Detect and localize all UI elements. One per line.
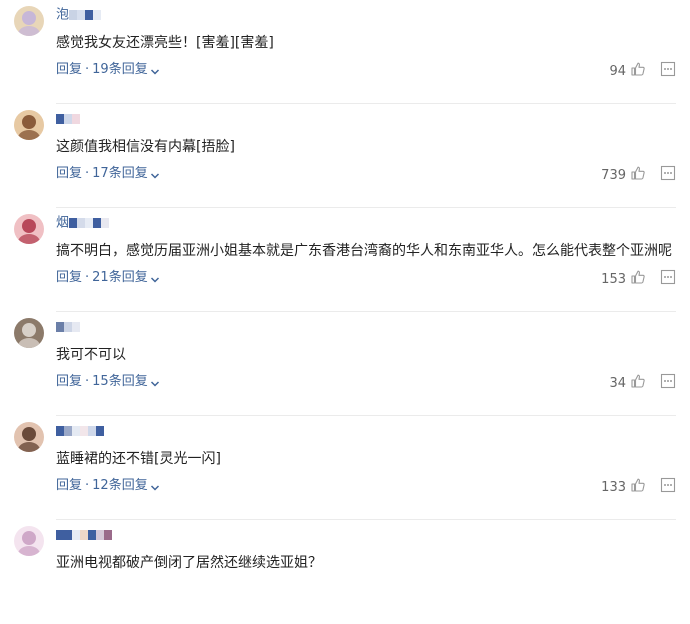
comment-item: 这颜值我相信没有内幕[捂脸] 回复 · 17条回复 739 <box>0 104 690 208</box>
chevron-down-icon <box>150 481 160 491</box>
comment-actions: 回复 · 17条回复 <box>56 165 160 183</box>
separator-dot: · <box>85 478 90 493</box>
like-count: 133 <box>601 480 626 495</box>
comment-item: 泡感觉我女友还漂亮些！[害羞][害羞] 回复 · 19条回复 94 <box>0 0 690 104</box>
reply-button[interactable]: 回复 <box>56 478 82 493</box>
username-text: 泡 <box>56 7 70 23</box>
comment-actions: 回复 · 21条回复 <box>56 269 160 287</box>
comment-actions: 回复 · 15条回复 <box>56 373 160 391</box>
comment-text: 搞不明白，感觉历届亚洲小姐基本就是广东香港台湾裔的华人和东南亚华人。怎么能代表整… <box>56 243 672 259</box>
reply-count-toggle[interactable]: 12条回复 <box>92 478 160 493</box>
comment-item: 亚洲电视都破产倒闭了居然还继续选亚姐？ <box>0 520 690 624</box>
avatar[interactable] <box>14 318 44 348</box>
like-count: 34 <box>609 376 626 391</box>
reply-count-label: 17条回复 <box>92 166 148 181</box>
more-icon[interactable] <box>660 165 676 181</box>
username-mosaic <box>69 6 102 24</box>
avatar[interactable] <box>14 526 44 556</box>
reply-count-toggle[interactable]: 19条回复 <box>92 62 160 77</box>
username-mosaic <box>56 422 104 440</box>
reply-button[interactable]: 回复 <box>56 374 82 389</box>
username[interactable] <box>56 110 80 128</box>
chevron-down-icon <box>150 273 160 283</box>
username-mosaic <box>69 214 110 232</box>
more-icon[interactable] <box>660 477 676 493</box>
comment-item: 蓝睡裙的还不错[灵光一闪] 回复 · 12条回复 133 <box>0 416 690 520</box>
more-icon[interactable] <box>660 373 676 389</box>
chevron-down-icon <box>150 65 160 75</box>
thumbs-up-icon <box>630 269 646 291</box>
comment-text: 亚洲电视都破产倒闭了居然还继续选亚姐？ <box>56 555 322 571</box>
reply-count-label: 19条回复 <box>92 62 148 77</box>
username-mosaic <box>56 526 112 544</box>
username[interactable] <box>56 422 104 440</box>
username[interactable] <box>56 318 80 336</box>
like-button[interactable]: 34 <box>609 373 646 395</box>
like-button[interactable]: 153 <box>601 269 646 291</box>
avatar[interactable] <box>14 110 44 140</box>
reply-button[interactable]: 回复 <box>56 62 82 77</box>
chevron-down-icon <box>150 377 160 387</box>
comment-item: 烟搞不明白，感觉历届亚洲小姐基本就是广东香港台湾裔的华人和东南亚华人。怎么能代表… <box>0 208 690 312</box>
reply-count-toggle[interactable]: 17条回复 <box>92 166 160 181</box>
like-count: 94 <box>609 64 626 79</box>
more-icon[interactable] <box>660 269 676 285</box>
separator-dot: · <box>85 374 90 389</box>
reply-count-label: 21条回复 <box>92 270 148 285</box>
like-count: 153 <box>601 272 626 287</box>
username-text: 烟 <box>56 215 70 231</box>
more-icon[interactable] <box>660 61 676 77</box>
like-button[interactable]: 133 <box>601 477 646 499</box>
comment-text: 我可不可以 <box>56 347 126 363</box>
like-button[interactable]: 739 <box>601 165 646 187</box>
username-mosaic <box>56 110 80 128</box>
comment-text: 这颜值我相信没有内幕[捂脸] <box>56 139 235 155</box>
thumbs-up-icon <box>630 373 646 395</box>
avatar[interactable] <box>14 422 44 452</box>
separator-dot: · <box>85 270 90 285</box>
username[interactable]: 泡 <box>56 6 102 24</box>
comment-actions: 回复 · 12条回复 <box>56 477 160 495</box>
comment-actions: 回复 · 19条回复 <box>56 61 160 79</box>
thumbs-up-icon <box>630 477 646 499</box>
reply-count-label: 12条回复 <box>92 478 148 493</box>
separator-dot: · <box>85 62 90 77</box>
thumbs-up-icon <box>630 61 646 83</box>
like-count: 739 <box>601 168 626 183</box>
comment-text: 感觉我女友还漂亮些！[害羞][害羞] <box>56 35 274 51</box>
comment-item: 我可不可以回复 · 15条回复 34 <box>0 312 690 416</box>
reply-button[interactable]: 回复 <box>56 270 82 285</box>
avatar[interactable] <box>14 214 44 244</box>
chevron-down-icon <box>150 169 160 179</box>
username[interactable] <box>56 526 112 544</box>
username[interactable]: 烟 <box>56 214 110 232</box>
thumbs-up-icon <box>630 165 646 187</box>
reply-count-label: 15条回复 <box>92 374 148 389</box>
reply-count-toggle[interactable]: 15条回复 <box>92 374 160 389</box>
avatar[interactable] <box>14 6 44 36</box>
reply-count-toggle[interactable]: 21条回复 <box>92 270 160 285</box>
username-mosaic <box>56 318 80 336</box>
like-button[interactable]: 94 <box>609 61 646 83</box>
separator-dot: · <box>85 166 90 181</box>
comment-text: 蓝睡裙的还不错[灵光一闪] <box>56 451 221 467</box>
reply-button[interactable]: 回复 <box>56 166 82 181</box>
